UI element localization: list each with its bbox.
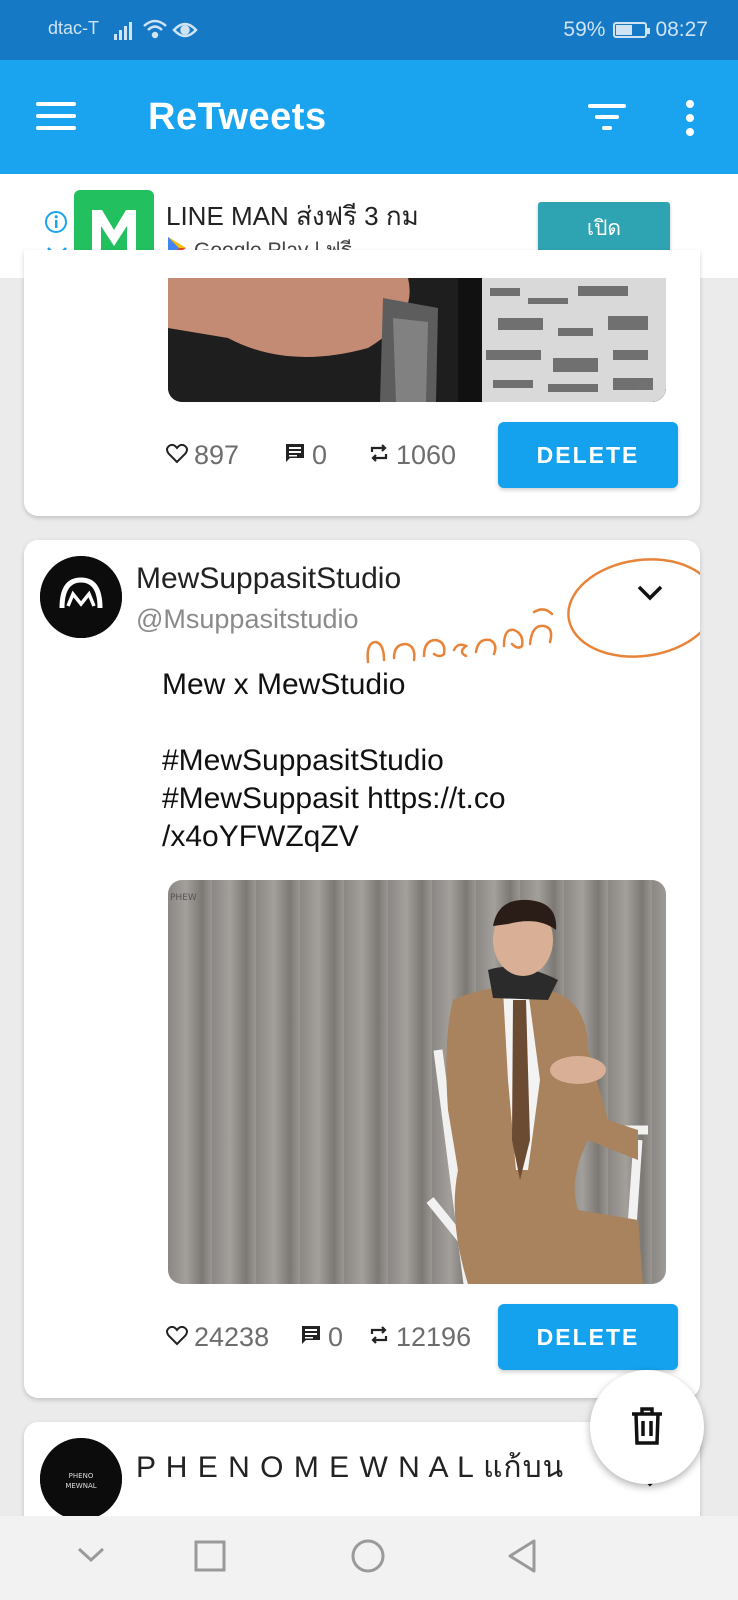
tweet-card: 897 0 1060 DELETE: [24, 250, 700, 516]
likes-stat[interactable]: 897: [166, 440, 239, 471]
account-handle: @Msuppasitstudio: [136, 604, 359, 634]
svg-text:MEWNAL: MEWNAL: [65, 1482, 96, 1490]
likes-stat[interactable]: 24238: [166, 1322, 269, 1353]
avatar[interactable]: [40, 556, 122, 638]
battery-icon: [613, 22, 651, 38]
comment-icon: [284, 440, 306, 471]
tweet-image[interactable]: [168, 278, 666, 402]
app-bar: ReTweets: [0, 60, 738, 174]
more-vert-icon[interactable]: [682, 98, 698, 138]
photo-watermark: PHEW: [170, 893, 197, 903]
comments-count: 0: [312, 440, 328, 470]
retweets-stat[interactable]: 1060: [368, 440, 456, 471]
nav-collapse-icon[interactable]: [76, 1546, 106, 1569]
heart-icon: [166, 440, 188, 471]
status-bar: dtac-T 59% 08:27: [0, 0, 738, 60]
delete-button[interactable]: DELETE: [498, 1304, 678, 1370]
retweet-icon: [368, 1322, 390, 1353]
ad-open-button[interactable]: เปิด: [538, 202, 670, 254]
signal-wifi-icons: [114, 16, 200, 47]
account-name: P H E N O M E W N A L แก้บน: [136, 1451, 565, 1484]
comments-stat[interactable]: 0: [300, 1322, 343, 1353]
eye-icon: [172, 22, 198, 38]
tweet-image[interactable]: PHEW: [168, 880, 666, 1284]
signal-icon: [114, 22, 132, 40]
handwritten-annotation: [354, 550, 700, 675]
retweets-stat[interactable]: 12196: [368, 1322, 471, 1353]
nav-recents-icon[interactable]: [194, 1540, 226, 1577]
tweet-text: Mew x MewStudio #MewSuppasitStudio #MewS…: [162, 668, 506, 853]
nav-back-icon[interactable]: [506, 1538, 538, 1579]
system-nav-bar: [0, 1516, 738, 1600]
app-title: ReTweets: [148, 96, 327, 138]
tweet-card: MewSuppasitStudio @Msuppasitstudio Mew x…: [24, 540, 700, 1398]
carrier-label: dtac-T: [48, 18, 100, 38]
delete-all-fab[interactable]: [590, 1370, 704, 1484]
trash-icon: [630, 1406, 664, 1448]
delete-button[interactable]: DELETE: [498, 422, 678, 488]
comments-count: 0: [328, 1322, 344, 1352]
wifi-icon: [143, 19, 167, 39]
status-right: 59% 08:27: [563, 18, 708, 42]
retweet-icon: [368, 440, 390, 471]
comment-icon: [300, 1322, 322, 1353]
menu-icon[interactable]: [36, 98, 76, 134]
man-in-chair-photo: [426, 899, 648, 1284]
filter-icon[interactable]: [588, 100, 626, 134]
clock: 08:27: [655, 18, 708, 41]
ad-info-icon[interactable]: [44, 210, 68, 239]
avatar[interactable]: PHENO MEWNAL: [40, 1438, 122, 1520]
retweets-count: 12196: [396, 1322, 472, 1352]
likes-count: 24238: [194, 1322, 270, 1352]
comments-stat[interactable]: 0: [284, 440, 327, 471]
battery-percent: 59%: [563, 18, 606, 41]
retweets-count: 1060: [396, 440, 457, 470]
nav-home-icon[interactable]: [350, 1538, 386, 1579]
likes-count: 897: [194, 440, 240, 470]
avatar-logo-text: PHENO: [69, 1472, 94, 1480]
ad-title: LINE MAN ส่งฟรี 3 กม: [166, 201, 419, 231]
heart-icon: [166, 1322, 188, 1353]
